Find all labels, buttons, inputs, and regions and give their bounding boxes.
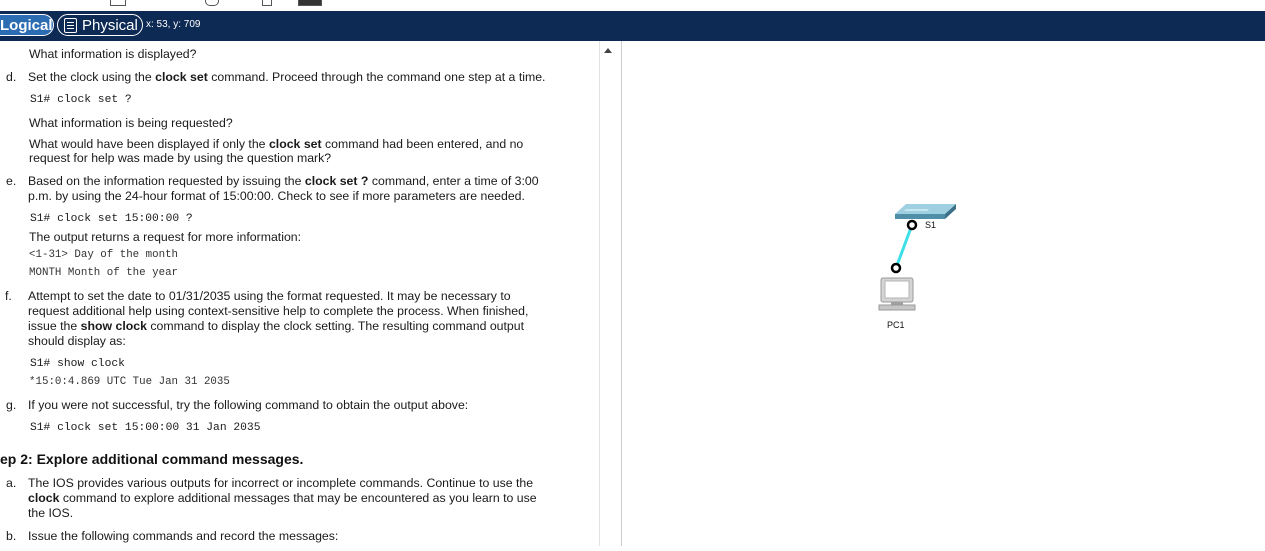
toolbar-icon[interactable] xyxy=(262,0,272,6)
command-output: <1-31> Day of the month xyxy=(29,249,179,261)
question-text: What would have been displayed if only t… xyxy=(29,137,524,151)
step-letter-e: e. xyxy=(6,174,17,188)
step-letter-g: g. xyxy=(6,398,17,412)
command-line: S1# show clock xyxy=(30,358,125,370)
command-output: *15:0:4.869 UTC Tue Jan 31 2035 xyxy=(29,376,230,388)
network-link[interactable] xyxy=(894,224,914,269)
command-line: S1# clock set 15:00:00 ? xyxy=(30,213,193,225)
switch-label: S1 xyxy=(925,220,937,230)
tab-logical[interactable]: Logical xyxy=(0,14,54,36)
logical-workspace-canvas[interactable]: S1 PC1 xyxy=(623,41,1265,546)
command-line: S1# clock set ? xyxy=(30,94,132,106)
pc-icon[interactable] xyxy=(878,277,916,311)
step-letter-d: d. xyxy=(6,70,17,84)
scroll-up-arrow-icon[interactable] xyxy=(604,48,612,53)
instructions-pane[interactable]: What information is displayed? d. Set th… xyxy=(0,41,599,546)
pc-label: PC1 xyxy=(887,320,905,330)
switch-icon[interactable] xyxy=(895,204,956,219)
step-b-text: Issue the following commands and record … xyxy=(28,529,339,543)
command-line: S1# clock set 15:00:00 31 Jan 2035 xyxy=(30,422,261,434)
instructions-scrollbar[interactable] xyxy=(599,41,622,546)
section-heading: ep 2: Explore additional command message… xyxy=(0,451,304,467)
question-text: What information is being requested? xyxy=(29,116,233,130)
step-g-text: If you were not successful, try the foll… xyxy=(28,398,469,412)
command-output: MONTH Month of the year xyxy=(29,267,179,279)
topology-diagram xyxy=(878,204,956,311)
toolbar-icon[interactable] xyxy=(110,0,126,6)
port-status-icon xyxy=(906,219,918,231)
question-text: request for help was made by using the q… xyxy=(29,151,332,165)
port-status-icon xyxy=(890,262,902,274)
step-letter-a: a. xyxy=(6,476,17,490)
step-f-text: Attempt to set the date to 01/31/2035 us… xyxy=(28,289,511,303)
physical-page-icon xyxy=(64,18,77,33)
step-e-text: Based on the information requested by is… xyxy=(28,174,539,188)
tab-physical-label: Physical xyxy=(82,17,138,34)
cursor-coordinates: x: 53, y: 709 xyxy=(146,19,201,30)
step-f-text: request additional help using context-se… xyxy=(28,304,529,318)
step-e-text: p.m. by using the 24-hour format of 15:0… xyxy=(28,189,525,203)
tab-physical[interactable]: Physical xyxy=(57,14,143,36)
question-text: What information is displayed? xyxy=(29,47,197,61)
step-letter-f: f. xyxy=(5,289,12,303)
step-d-text: Set the clock using the clock set comman… xyxy=(28,70,546,84)
step-a-text: the IOS. xyxy=(28,506,74,520)
toolbar-icon[interactable] xyxy=(298,0,322,6)
output-intro: The output returns a request for more in… xyxy=(29,230,302,244)
step-f-text: issue the show clock command to display … xyxy=(28,319,525,333)
step-letter-b: b. xyxy=(6,529,17,543)
step-a-text: clock command to explore additional mess… xyxy=(28,491,537,505)
step-f-text: should display as: xyxy=(28,334,126,348)
step-a-text: The IOS provides various outputs for inc… xyxy=(28,476,534,490)
toolbar-icon[interactable] xyxy=(205,0,219,6)
